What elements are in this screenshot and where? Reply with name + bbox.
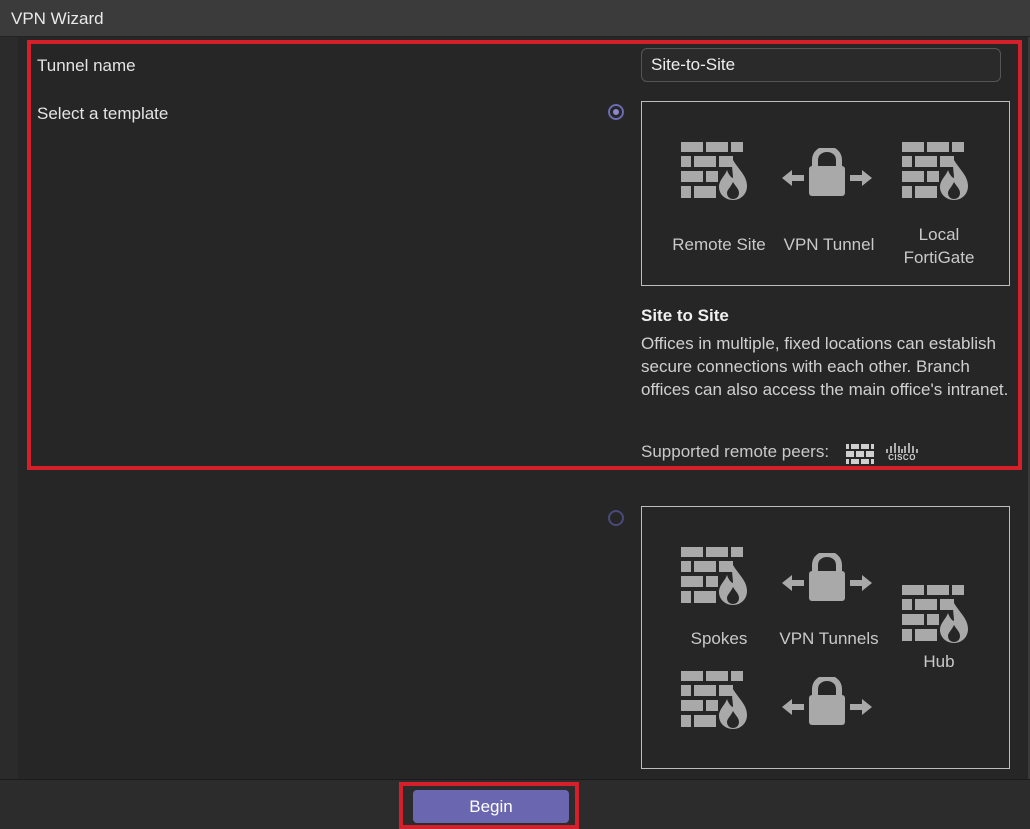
select-template-label: Select a template: [37, 104, 169, 123]
template-hub-spoke-radio[interactable]: [608, 510, 624, 526]
cisco-icon: CISCO: [885, 442, 919, 464]
firewall-icon: [902, 585, 968, 643]
window-title: VPN Wizard: [11, 9, 104, 28]
template-site-to-site-radio[interactable]: [608, 104, 624, 120]
caption-vpn-tunnels: VPN Tunnels: [779, 629, 879, 648]
firewall-icon: [681, 547, 747, 605]
tunnel-name-input[interactable]: [641, 48, 1001, 82]
lock-arrows-icon: [782, 148, 872, 196]
caption-local-fortigate: Local FortiGate: [903, 225, 975, 267]
template-title: Site to Site: [641, 306, 729, 325]
template-hub-spoke-card[interactable]: Spokes VPN Tunnels Hub: [641, 506, 1010, 769]
tunnel-name-label: Tunnel name: [37, 56, 136, 75]
supported-peers: Supported remote peers: CISCO: [641, 442, 918, 464]
begin-button[interactable]: Begin: [413, 790, 569, 823]
template-site-to-site-card[interactable]: Remote Site VPN Tunnel Local FortiGate: [641, 101, 1010, 286]
fortinet-icon: [846, 444, 874, 464]
template-description: Offices in multiple, fixed locations can…: [641, 334, 1009, 399]
cisco-icon-text: CISCO: [888, 453, 916, 462]
caption-vpn-tunnel: VPN Tunnel: [783, 235, 875, 254]
caption-spokes: Spokes: [690, 629, 748, 648]
left-panel-edge: [0, 37, 18, 829]
firewall-icon: [902, 142, 968, 200]
lock-arrows-icon: [782, 553, 872, 601]
caption-remote-site: Remote Site: [672, 235, 766, 254]
supported-peers-label: Supported remote peers:: [641, 442, 830, 461]
firewall-icon: [681, 671, 747, 729]
firewall-icon: [681, 142, 747, 200]
caption-hub: Hub: [923, 652, 955, 671]
window-titlebar: VPN Wizard: [0, 0, 1030, 37]
lock-arrows-icon: [782, 677, 872, 725]
